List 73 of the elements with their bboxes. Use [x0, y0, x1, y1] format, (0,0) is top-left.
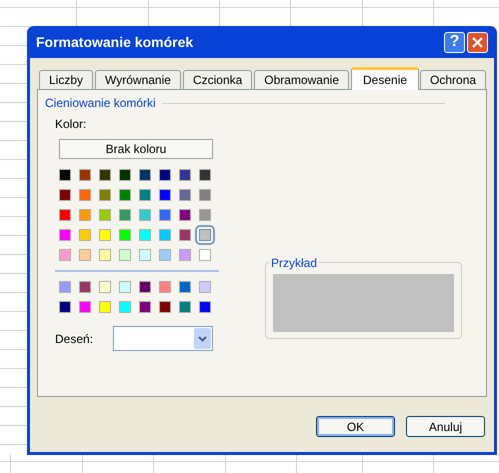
color-swatch[interactable] — [179, 169, 191, 181]
color-swatch[interactable] — [199, 229, 211, 241]
color-swatch[interactable] — [119, 281, 131, 293]
color-swatch[interactable] — [99, 209, 111, 221]
close-button[interactable] — [467, 32, 488, 52]
color-swatch[interactable] — [179, 281, 191, 293]
tab[interactable]: Czcionka — [182, 70, 252, 90]
color-swatch[interactable] — [139, 169, 151, 181]
tab[interactable]: Desenie — [351, 67, 420, 90]
tab[interactable]: Wyrównanie — [95, 70, 181, 90]
color-swatch[interactable] — [139, 249, 151, 261]
color-swatch[interactable] — [99, 249, 111, 261]
color-swatch[interactable] — [79, 169, 91, 181]
color-swatch[interactable] — [159, 249, 171, 261]
color-swatch[interactable] — [99, 169, 111, 181]
color-swatch[interactable] — [139, 301, 151, 313]
color-swatch[interactable] — [159, 189, 171, 201]
color-swatch[interactable] — [79, 301, 91, 313]
pattern-dropdown[interactable] — [113, 326, 213, 351]
color-swatch[interactable] — [119, 249, 131, 261]
color-swatch[interactable] — [159, 209, 171, 221]
color-swatch[interactable] — [139, 281, 151, 293]
color-swatch[interactable] — [79, 209, 91, 221]
color-swatch[interactable] — [199, 189, 211, 201]
color-swatch[interactable] — [59, 249, 71, 261]
dialog-button[interactable]: Anuluj — [406, 416, 485, 437]
color-swatch[interactable] — [99, 229, 111, 241]
color-swatch[interactable] — [59, 169, 71, 181]
no-color-button[interactable]: Brak koloru — [59, 139, 213, 159]
color-swatch[interactable] — [99, 301, 111, 313]
color-swatch[interactable] — [179, 249, 191, 261]
color-swatch[interactable] — [79, 281, 91, 293]
color-swatch[interactable] — [119, 209, 131, 221]
color-swatch[interactable] — [199, 281, 211, 293]
color-swatch[interactable] — [179, 301, 191, 313]
color-swatch[interactable] — [159, 229, 171, 241]
tab[interactable]: Obramowanie — [254, 70, 349, 90]
section-title: Cieniowanie komórki — [45, 95, 156, 112]
tab[interactable]: Ochrona — [420, 70, 486, 90]
color-swatch[interactable] — [119, 301, 131, 313]
color-swatch[interactable] — [139, 189, 151, 201]
color-swatch[interactable] — [199, 209, 211, 221]
color-swatch[interactable] — [199, 249, 211, 261]
color-swatch[interactable] — [59, 189, 71, 201]
color-swatch[interactable] — [119, 229, 131, 241]
window-title: Formatowanie komórek — [36, 32, 194, 52]
pattern-label: Deseń: — [55, 330, 94, 348]
color-swatch[interactable] — [99, 281, 111, 293]
color-swatch[interactable] — [79, 229, 91, 241]
color-swatch[interactable] — [59, 209, 71, 221]
color-swatch[interactable] — [159, 169, 171, 181]
color-swatch[interactable] — [179, 189, 191, 201]
color-swatch[interactable] — [119, 189, 131, 201]
close-icon — [472, 36, 483, 48]
color-label: Kolor: — [55, 116, 88, 133]
color-swatch[interactable] — [59, 281, 71, 293]
color-swatch[interactable] — [99, 189, 111, 201]
color-swatch[interactable] — [79, 189, 91, 201]
tab[interactable]: Liczby — [39, 70, 94, 90]
dialog-button[interactable]: OK — [316, 416, 395, 437]
color-swatch[interactable] — [59, 301, 71, 313]
color-swatch[interactable] — [159, 301, 171, 313]
help-button[interactable]: ? — [444, 32, 465, 52]
color-swatch[interactable] — [199, 301, 211, 313]
color-swatch[interactable] — [139, 209, 151, 221]
color-swatch[interactable] — [139, 229, 151, 241]
color-swatch[interactable] — [79, 249, 91, 261]
color-swatch[interactable] — [199, 169, 211, 181]
color-swatch[interactable] — [119, 169, 131, 181]
color-swatch[interactable] — [179, 209, 191, 221]
color-swatch[interactable] — [159, 281, 171, 293]
color-swatch[interactable] — [59, 229, 71, 241]
color-swatch[interactable] — [179, 229, 191, 241]
